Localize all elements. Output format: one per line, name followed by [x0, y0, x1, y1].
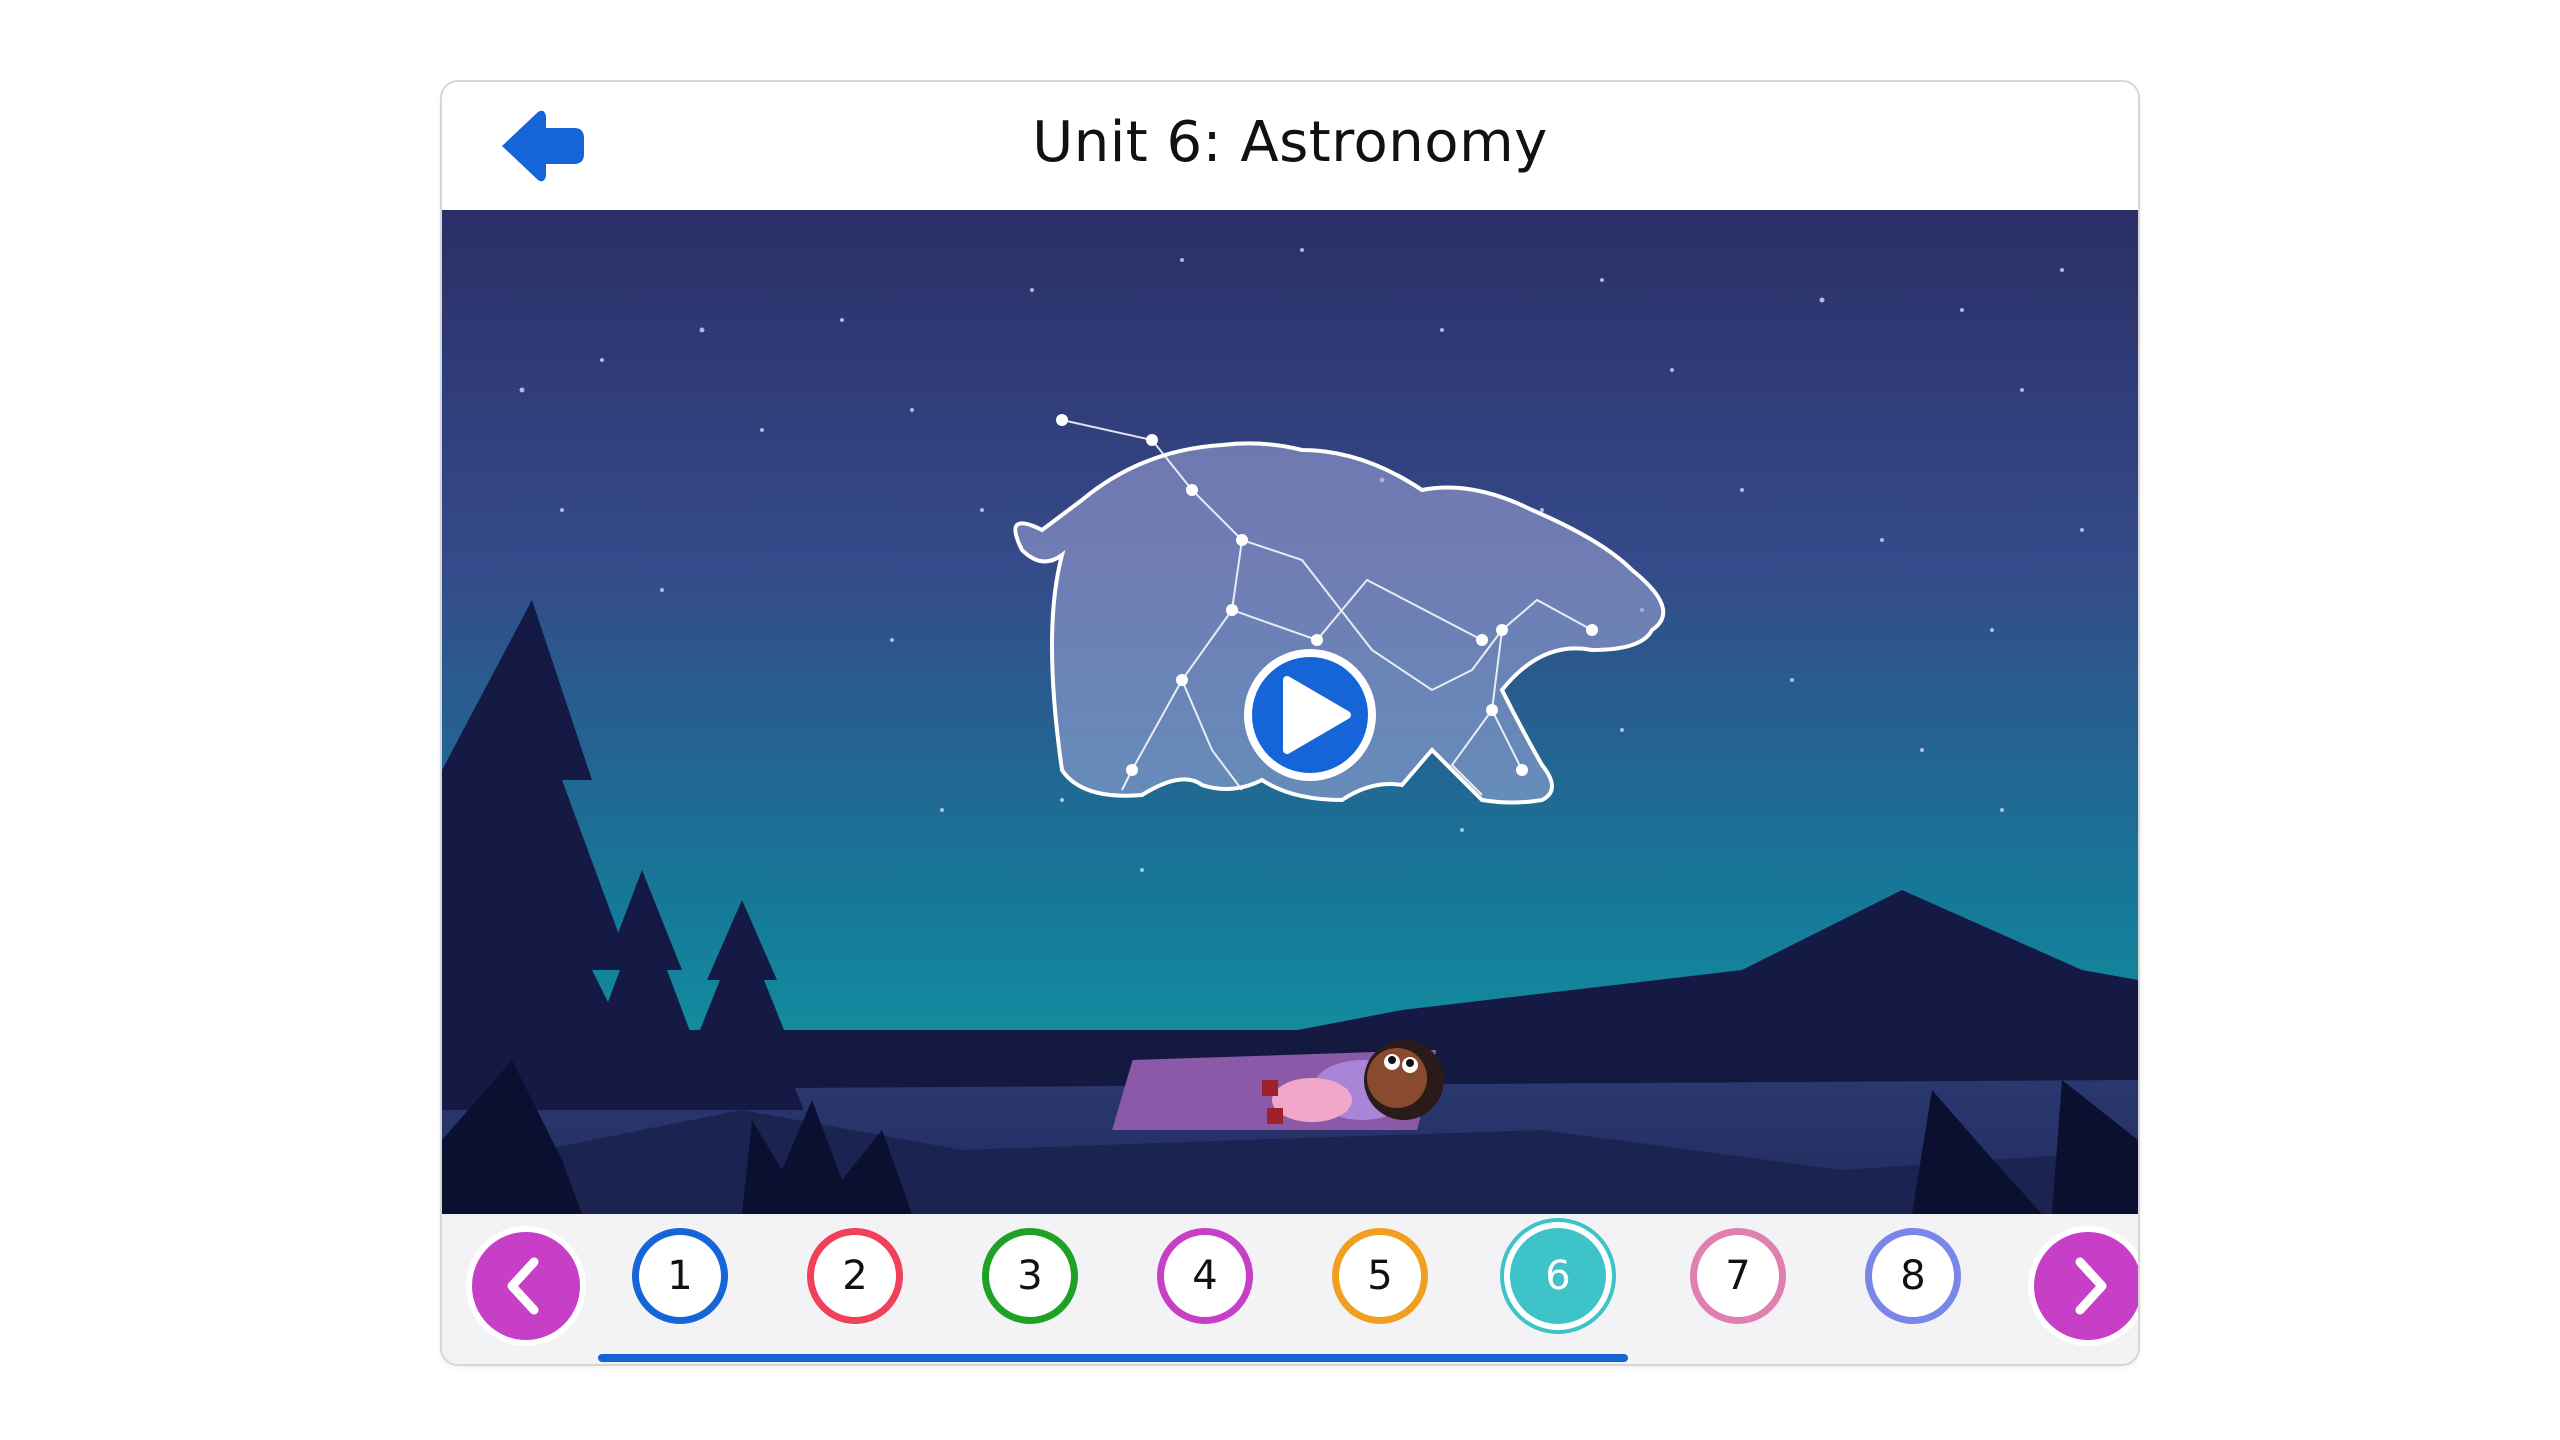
- lesson-1-button[interactable]: 1: [632, 1228, 728, 1324]
- play-button[interactable]: [1244, 649, 1376, 781]
- lesson-7-button[interactable]: 7: [1690, 1228, 1786, 1324]
- chevron-left-icon: [472, 1232, 580, 1340]
- lesson-navigation: 12345678: [442, 1214, 2138, 1364]
- video-player[interactable]: [442, 210, 2138, 1214]
- prev-lesson-button[interactable]: [472, 1232, 580, 1340]
- page-title: Unit 6: Astronomy: [1032, 110, 1548, 175]
- header-bar: Unit 6: Astronomy: [442, 82, 2138, 210]
- lesson-4-button[interactable]: 4: [1157, 1228, 1253, 1324]
- next-lesson-button[interactable]: [2034, 1232, 2138, 1340]
- chevron-right-icon: [2034, 1232, 2138, 1340]
- lesson-2-button[interactable]: 2: [807, 1228, 903, 1324]
- progress-bar: [598, 1354, 1628, 1362]
- lesson-6-button[interactable]: 6: [1510, 1228, 1606, 1324]
- lesson-5-button[interactable]: 5: [1332, 1228, 1428, 1324]
- lesson-3-button[interactable]: 3: [982, 1228, 1078, 1324]
- lesson-window: Unit 6: Astronomy 1 2 3 4 5 6 7 8: [440, 80, 2140, 1366]
- lesson-8-button[interactable]: 8: [1865, 1228, 1961, 1324]
